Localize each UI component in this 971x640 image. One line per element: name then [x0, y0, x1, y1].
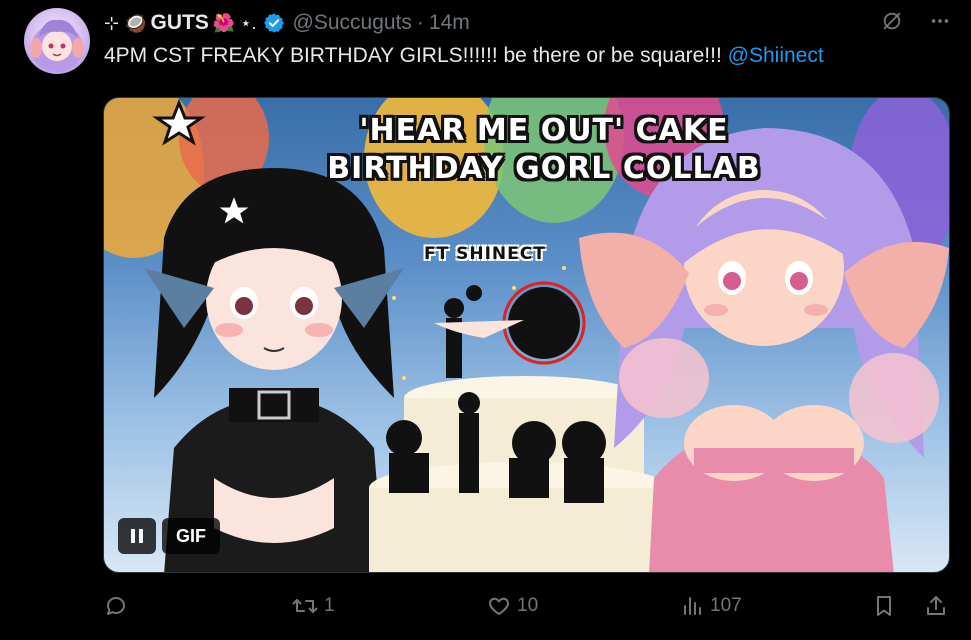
avatar[interactable] [24, 8, 90, 74]
heart-icon [489, 597, 509, 615]
grok-icon[interactable] [881, 10, 903, 38]
share-button[interactable] [924, 594, 948, 618]
name-suffix: 🌺 ⋆. [212, 12, 257, 33]
gif-badge: GIF [162, 518, 220, 554]
action-bar: 1 10 107 [104, 594, 950, 624]
pause-icon [131, 529, 143, 543]
like-count: 10 [517, 595, 539, 616]
bookmark-icon [877, 596, 891, 616]
media-gif[interactable]: 'HEAR ME OUT' CAKE BIRTHDAY GORL COLLAB … [103, 97, 950, 573]
retweet-icon [292, 599, 318, 613]
display-name[interactable]: ⊹ 🥥 GUTS 🌺 ⋆. [104, 11, 257, 35]
separator-dot: · [416, 11, 424, 34]
tweet-text: 4PM CST FREAKY BIRTHDAY GIRLS!!!!!! be t… [104, 44, 824, 68]
mention-link[interactable]: @Shiinect [728, 44, 824, 67]
tweet-header: ⊹ 🥥 GUTS 🌺 ⋆. @Succuguts · 14m [104, 10, 951, 36]
media-title-line1: 'HEAR ME OUT' CAKE [359, 113, 729, 148]
media-title-line2: BIRTHDAY GORL COLLAB [327, 151, 761, 186]
retweet-count: 1 [324, 595, 335, 616]
tweet-card[interactable]: ⊹ 🥥 GUTS 🌺 ⋆. @Succuguts · 14m 4PM CST F… [0, 0, 971, 640]
more-options-icon[interactable] [929, 10, 951, 38]
header-actions [881, 10, 951, 38]
views-button[interactable]: 107 [680, 594, 742, 618]
name-prefix: ⊹ 🥥 [104, 12, 147, 33]
display-name-text: GUTS [150, 11, 209, 34]
pause-button[interactable] [118, 518, 156, 554]
media-title: 'HEAR ME OUT' CAKE BIRTHDAY GORL COLLAB [254, 112, 834, 188]
media-subtitle: FT SHINECT [424, 244, 546, 264]
reply-icon [107, 597, 125, 615]
share-icon [927, 596, 945, 615]
tweet-body: 4PM CST FREAKY BIRTHDAY GIRLS!!!!!! be t… [104, 44, 728, 67]
reply-button[interactable] [104, 594, 134, 618]
gif-controls: GIF [118, 518, 220, 554]
views-count: 107 [710, 595, 742, 616]
timestamp[interactable]: 14m [429, 11, 470, 35]
views-icon [684, 597, 701, 615]
like-button[interactable]: 10 [487, 594, 538, 618]
retweet-button[interactable]: 1 [292, 594, 335, 618]
bookmark-button[interactable] [872, 594, 896, 618]
handle[interactable]: @Succuguts [293, 11, 412, 35]
verified-badge-icon [263, 12, 285, 34]
